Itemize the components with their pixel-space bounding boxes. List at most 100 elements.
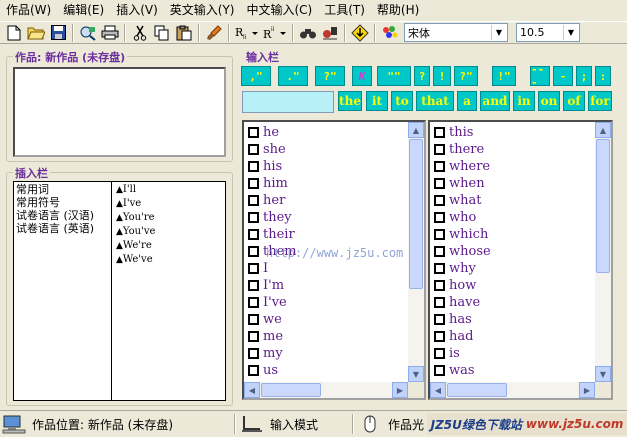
checkbox[interactable] (434, 297, 445, 308)
menu-english-input[interactable]: 英文输入(Y) (164, 0, 241, 20)
scroll-down-icon[interactable]: ▼ (595, 366, 611, 382)
word-button[interactable]: to (391, 91, 413, 111)
superscript-icon[interactable]: Rii (262, 23, 288, 43)
word-button[interactable]: the (338, 91, 362, 111)
word-list-item[interactable]: me (244, 328, 424, 345)
punct-button[interactable]: --- (530, 63, 550, 89)
word-button[interactable]: that (416, 91, 454, 111)
word-list-item[interactable]: her (244, 192, 424, 209)
category-item[interactable]: 常用词 (14, 183, 111, 196)
checkbox[interactable] (434, 348, 445, 359)
open-folder-icon[interactable] (26, 23, 46, 43)
phrase-item[interactable]: ▲We're (114, 239, 224, 253)
checkbox[interactable] (248, 365, 259, 376)
word-list-item[interactable]: him (244, 175, 424, 192)
word-list-item[interactable]: I'm (244, 277, 424, 294)
checkbox[interactable] (434, 365, 445, 376)
word-list-item[interactable]: there (430, 141, 611, 158)
checkbox[interactable] (248, 195, 259, 206)
punct-button[interactable]: ?" (315, 66, 345, 86)
checkbox[interactable] (248, 246, 259, 257)
scroll-thumb[interactable] (261, 383, 321, 397)
menu-help[interactable]: 帮助(H) (371, 0, 425, 20)
color-palette-icon[interactable] (380, 23, 400, 43)
word-list-item[interactable]: who (430, 209, 611, 226)
word-list-item[interactable]: where (430, 158, 611, 175)
word-list-item[interactable]: their (244, 226, 424, 243)
punct-button[interactable]: ," (241, 66, 271, 86)
word-button[interactable]: for (588, 91, 612, 111)
checkbox[interactable] (248, 127, 259, 138)
word-list-item[interactable]: they (244, 209, 424, 226)
phrase-item[interactable]: ▲We've (114, 253, 224, 267)
word-list-item[interactable]: he (244, 124, 424, 141)
word-list-item[interactable]: I (244, 260, 424, 277)
phrase-item[interactable]: ▲You're (114, 211, 224, 225)
word-list-item[interactable]: we (244, 311, 424, 328)
menu-insert[interactable]: 插入(V) (110, 0, 164, 20)
checkbox[interactable] (434, 161, 445, 172)
checkbox[interactable] (434, 127, 445, 138)
punct-button[interactable]: !" (492, 66, 516, 86)
word-button[interactable]: a (457, 91, 477, 111)
find-icon[interactable] (298, 23, 318, 43)
checkbox[interactable] (248, 331, 259, 342)
word-list-item[interactable]: have (430, 294, 611, 311)
checkbox[interactable] (434, 144, 445, 155)
subscript-icon[interactable]: Rii (234, 23, 260, 43)
checkbox[interactable] (434, 229, 445, 240)
scroll-down-icon[interactable]: ▼ (408, 366, 424, 382)
phrase-item[interactable]: ▲I'll (114, 183, 224, 197)
brush-icon[interactable] (204, 23, 224, 43)
input-text-field[interactable] (242, 91, 334, 113)
menu-work[interactable]: 作品(W) (0, 0, 57, 20)
horizontal-scrollbar[interactable]: ◀ ▶ (430, 382, 595, 398)
punct-button[interactable]: ; (576, 66, 592, 86)
checkbox[interactable] (248, 348, 259, 359)
word-list-item[interactable]: which (430, 226, 611, 243)
scroll-thumb[interactable] (447, 383, 507, 397)
font-size-select[interactable]: 10.5 ▼ (516, 23, 580, 42)
checkbox[interactable] (248, 144, 259, 155)
scroll-left-icon[interactable]: ◀ (244, 382, 260, 398)
punct-button[interactable]: ?" (454, 66, 478, 86)
punct-button[interactable]: - (553, 66, 573, 86)
checkbox[interactable] (434, 263, 445, 274)
word-list-item[interactable]: this (430, 124, 611, 141)
menu-edit[interactable]: 编辑(E) (57, 0, 110, 20)
font-select[interactable]: 宋体 ▼ (404, 23, 508, 42)
menu-chinese-input[interactable]: 中文输入(C) (240, 0, 318, 20)
scroll-up-icon[interactable]: ▲ (408, 122, 424, 138)
scroll-thumb[interactable] (596, 139, 610, 273)
checkbox[interactable] (248, 212, 259, 223)
category-item[interactable]: 常用符号 (14, 196, 111, 209)
chevron-down-icon[interactable]: ▼ (563, 25, 578, 40)
word-list-item[interactable]: when (430, 175, 611, 192)
checkbox[interactable] (248, 263, 259, 274)
word-list-item[interactable]: was (430, 362, 611, 379)
word-list-item[interactable]: is (430, 345, 611, 362)
work-content-area[interactable] (13, 67, 226, 157)
chevron-down-icon[interactable]: ▼ (491, 25, 506, 40)
word-list-item[interactable]: why (430, 260, 611, 277)
checkbox[interactable] (248, 314, 259, 325)
punct-button[interactable]: ? (414, 66, 430, 86)
word-list-item[interactable]: his (244, 158, 424, 175)
checkbox[interactable] (434, 195, 445, 206)
word-list-item[interactable]: she (244, 141, 424, 158)
scroll-right-icon[interactable]: ▶ (579, 382, 595, 398)
checkbox[interactable] (248, 178, 259, 189)
word-button[interactable]: in (513, 91, 535, 111)
print-icon[interactable] (100, 23, 120, 43)
menu-tools[interactable]: 工具(T) (318, 0, 371, 20)
checkbox[interactable] (248, 297, 259, 308)
category-item[interactable]: 试卷语言 (汉语) (14, 209, 111, 222)
punct-button[interactable]: "" (377, 66, 411, 86)
word-list-item[interactable]: I've (244, 294, 424, 311)
checkbox[interactable] (434, 246, 445, 257)
word-button[interactable]: and (480, 91, 510, 111)
checkbox[interactable] (248, 280, 259, 291)
download-arrow-icon[interactable] (350, 23, 370, 43)
word-list-item[interactable]: whose (430, 243, 611, 260)
scroll-right-icon[interactable]: ▶ (392, 382, 408, 398)
